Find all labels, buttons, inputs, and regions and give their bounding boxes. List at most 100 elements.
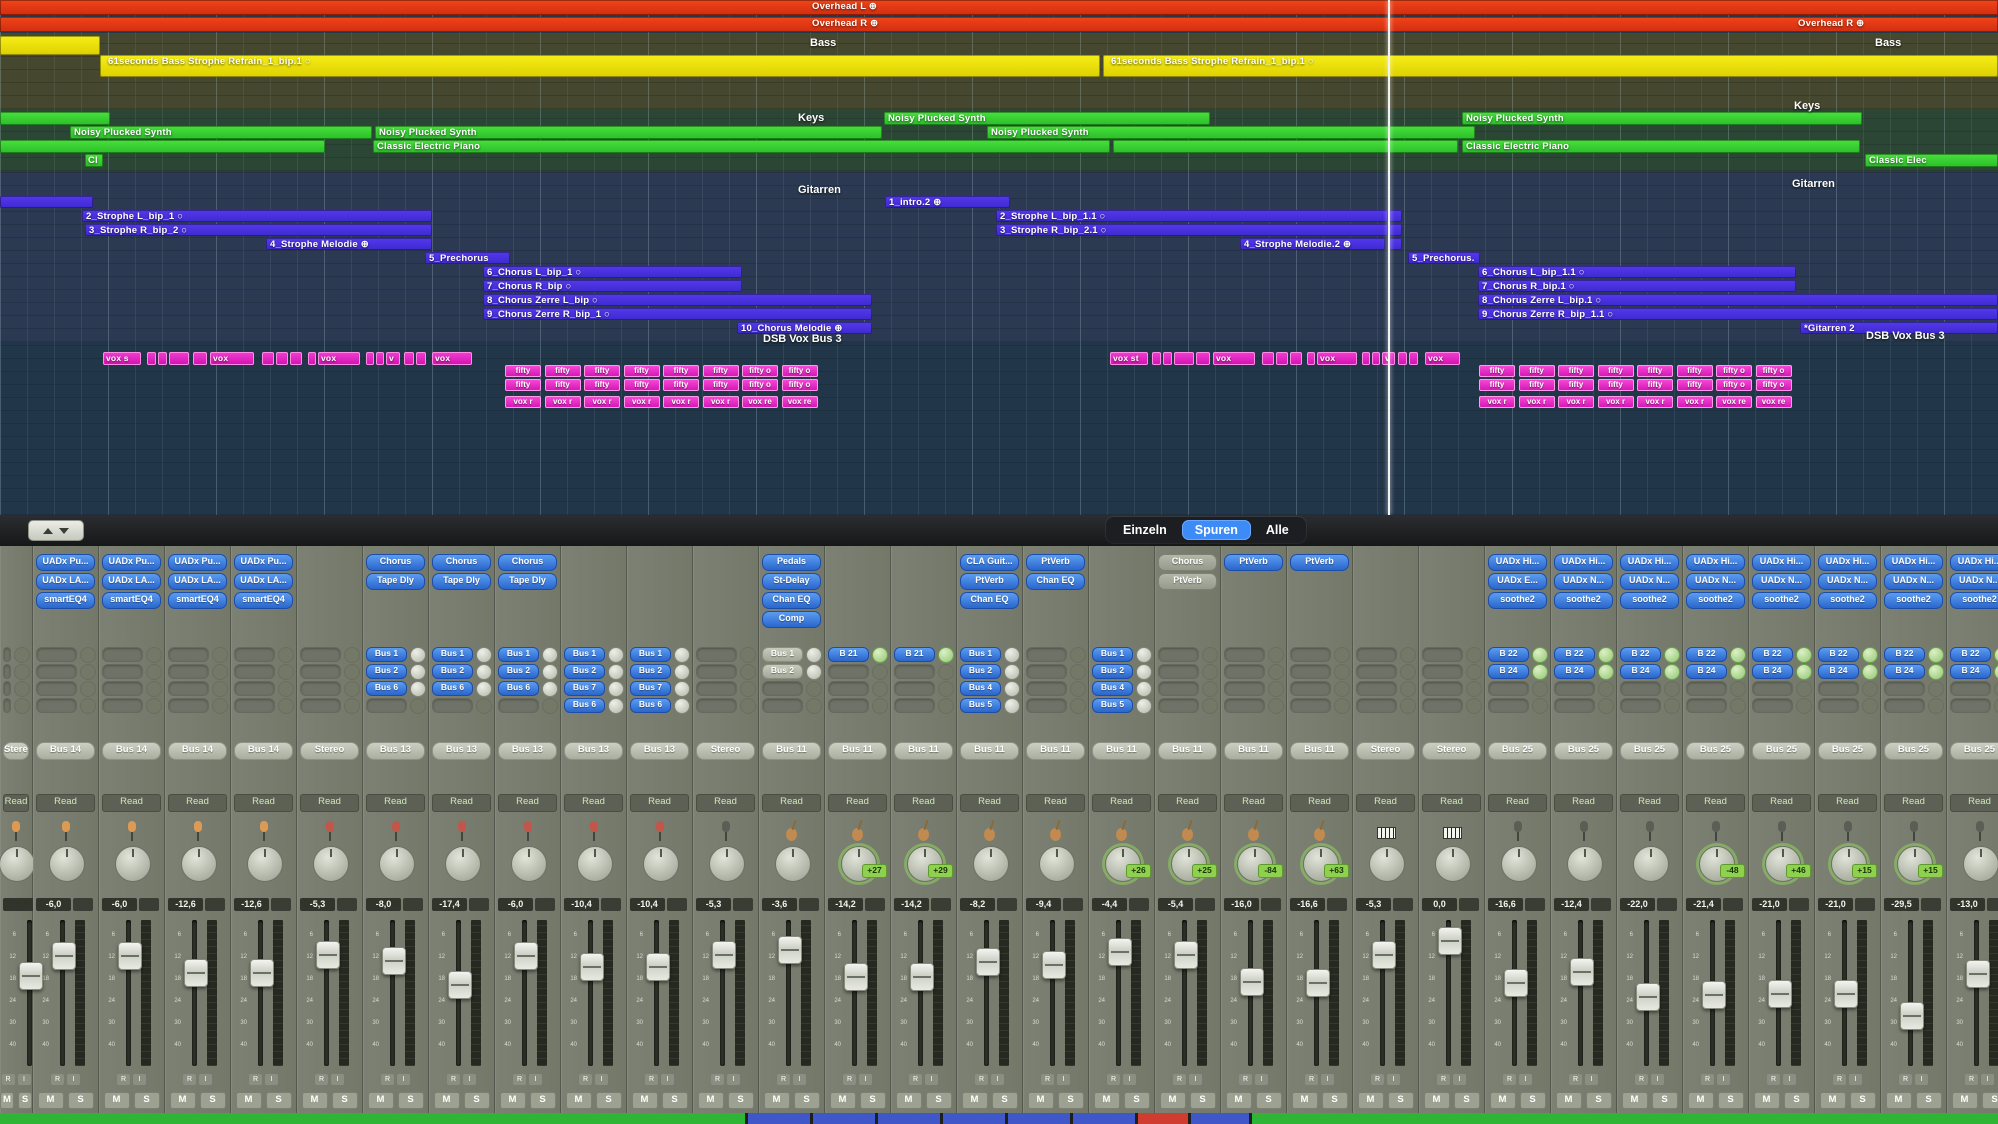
plugin-slot[interactable]: UADx Pu... [36, 554, 95, 571]
volume-display[interactable]: -10,4 [564, 898, 599, 911]
vox-clip[interactable] [308, 352, 316, 365]
fader-handle[interactable] [250, 959, 274, 987]
vox-clip[interactable]: vox [432, 352, 472, 365]
automation-read-button[interactable]: Read [1488, 794, 1547, 812]
automation-read-button[interactable]: Read [300, 794, 359, 812]
vox-clip[interactable]: fifty [505, 365, 541, 377]
send-slot[interactable]: Bus 6 [564, 698, 605, 713]
region[interactable]: 4_Strophe Melodie ⊕ [266, 238, 432, 250]
send-slot[interactable]: B 22 [1686, 647, 1727, 662]
vox-clip[interactable] [1409, 352, 1418, 365]
pan-display[interactable] [271, 898, 291, 911]
plugin-slot[interactable]: Chorus [432, 554, 491, 571]
output-button[interactable]: Bus 25 [1818, 742, 1877, 760]
plugin-slot[interactable]: UADx LA... [102, 573, 161, 590]
send-slot[interactable]: Bus 6 [630, 698, 671, 713]
vox-clip[interactable]: fifty o [782, 365, 818, 377]
plugin-slot[interactable]: soothe2 [1554, 592, 1613, 609]
automation-read-button[interactable]: Read [1884, 794, 1943, 812]
mute-button[interactable]: M [38, 1092, 64, 1109]
input-monitor-button[interactable]: I [397, 1074, 410, 1085]
send-knob[interactable] [608, 698, 624, 714]
volume-display[interactable]: -5,4 [1158, 898, 1193, 911]
plugin-slot[interactable]: UADx Hi... [1752, 554, 1811, 571]
solo-button[interactable]: S [1982, 1092, 1998, 1109]
send-slot[interactable]: Bus 5 [1092, 698, 1133, 713]
automation-read-button[interactable]: Read [1950, 794, 1998, 812]
region[interactable]: 6_Chorus L_bip_1.1 ○ [1478, 266, 1796, 278]
send-knob[interactable] [674, 664, 690, 680]
automation-read-button[interactable]: Read [498, 794, 557, 812]
send-slot[interactable]: Bus 2 [960, 664, 1001, 679]
plugin-slot[interactable]: soothe2 [1686, 592, 1745, 609]
input-monitor-button[interactable]: I [793, 1074, 806, 1085]
vox-clip[interactable]: fifty [624, 379, 660, 391]
fader-handle[interactable] [1504, 969, 1528, 997]
send-knob[interactable] [1532, 664, 1548, 680]
region[interactable]: 4_Strophe Melodie.2 ⊕ [1240, 238, 1385, 250]
output-button[interactable]: Bus 25 [1488, 742, 1547, 760]
pan-knob[interactable] [577, 846, 613, 882]
region[interactable]: 3_Strophe R_bip_2.1 ○ [996, 224, 1388, 236]
vox-clip[interactable]: vox [1425, 352, 1460, 365]
plugin-slot[interactable]: Chan EQ [762, 592, 821, 609]
record-button[interactable]: R [183, 1074, 196, 1085]
pan-display[interactable] [1657, 898, 1677, 911]
send-knob[interactable] [1004, 664, 1020, 680]
pan-knob[interactable] [115, 846, 151, 882]
plugin-slot[interactable]: UADx Hi... [1686, 554, 1745, 571]
fader-handle[interactable] [712, 941, 736, 969]
input-monitor-button[interactable]: I [991, 1074, 1004, 1085]
fader-handle[interactable] [1834, 980, 1858, 1008]
pan-knob[interactable] [1963, 846, 1998, 882]
volume-display[interactable]: -21,0 [1752, 898, 1787, 911]
input-monitor-button[interactable]: I [1915, 1074, 1928, 1085]
pan-knob[interactable] [709, 846, 745, 882]
vox-clip[interactable]: fifty o [742, 379, 778, 391]
automation-read-button[interactable]: Read [564, 794, 623, 812]
solo-button[interactable]: S [134, 1092, 160, 1109]
send-slot[interactable]: B 24 [1950, 664, 1991, 679]
vox-clip[interactable]: vox r [545, 396, 581, 408]
vox-clip[interactable]: fifty [624, 365, 660, 377]
solo-button[interactable]: S [464, 1092, 490, 1109]
automation-read-button[interactable]: Read [1554, 794, 1613, 812]
automation-read-button[interactable]: Read [102, 794, 161, 812]
vox-clip[interactable]: fifty [1677, 365, 1713, 377]
send-slot[interactable]: Bus 2 [630, 664, 671, 679]
record-button[interactable]: R [117, 1074, 130, 1085]
mute-button[interactable]: M [1688, 1092, 1714, 1109]
output-button[interactable]: Bus 25 [1686, 742, 1745, 760]
automation-read-button[interactable]: Read [1158, 794, 1217, 812]
output-button[interactable]: Bus 13 [630, 742, 689, 760]
pan-knob[interactable] [1501, 846, 1537, 882]
plugin-slot[interactable]: UADx LA... [168, 573, 227, 590]
input-monitor-button[interactable]: I [661, 1074, 674, 1085]
vox-clip[interactable]: fifty [505, 379, 541, 391]
input-monitor-button[interactable]: I [1453, 1074, 1466, 1085]
region[interactable]: 5_Prechorus. [1408, 252, 1480, 264]
send-slot[interactable]: Bus 4 [1092, 681, 1133, 696]
plugin-slot[interactable]: Comp [762, 611, 821, 628]
mute-button[interactable]: M [1292, 1092, 1318, 1109]
send-slot[interactable]: Bus 6 [366, 681, 407, 696]
output-button[interactable]: Stereo [1422, 742, 1481, 760]
region[interactable] [1389, 238, 1402, 250]
region[interactable]: Noisy Plucked Synth [884, 112, 1210, 125]
vox-clip[interactable]: vox re [742, 396, 778, 408]
region[interactable]: 1_intro.2 ⊕ [885, 196, 1010, 208]
automation-read-button[interactable]: Read [1818, 794, 1877, 812]
plugin-slot[interactable]: UADx LA... [36, 573, 95, 590]
vox-clip[interactable]: vox r [505, 396, 541, 408]
vox-clip[interactable]: vox r [703, 396, 739, 408]
fader-handle[interactable] [778, 936, 802, 964]
input-monitor-button[interactable]: I [1783, 1074, 1796, 1085]
mute-button[interactable]: M [104, 1092, 130, 1109]
input-monitor-button[interactable]: I [331, 1074, 344, 1085]
input-monitor-button[interactable]: I [1849, 1074, 1862, 1085]
input-monitor-button[interactable]: I [1717, 1074, 1730, 1085]
vox-clip[interactable]: vox [1317, 352, 1357, 365]
mute-button[interactable]: M [1028, 1092, 1054, 1109]
input-monitor-button[interactable]: I [463, 1074, 476, 1085]
send-knob[interactable] [1664, 664, 1680, 680]
